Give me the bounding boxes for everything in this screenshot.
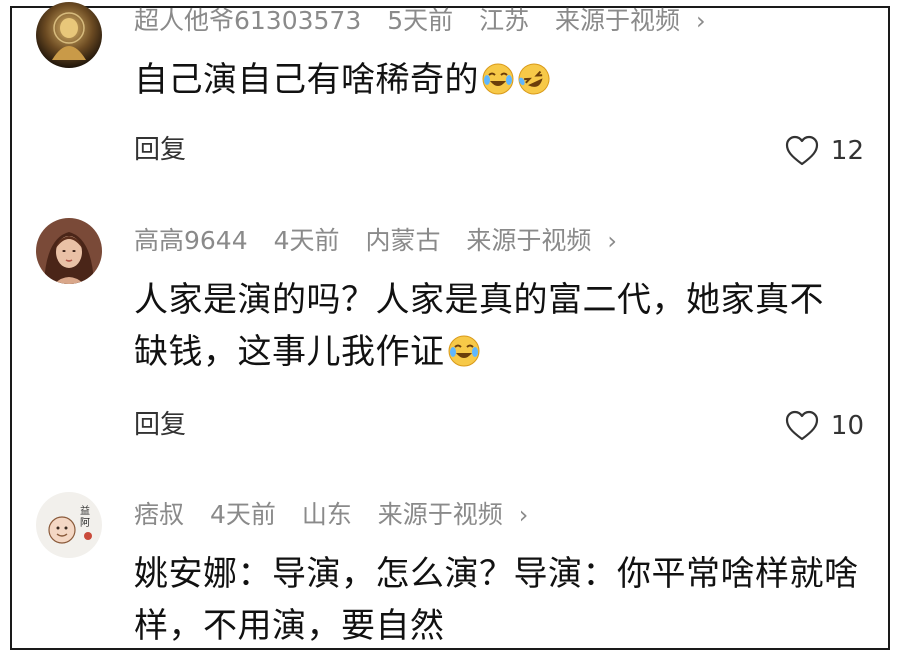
comment-text-content: 自己演自己有啥稀奇的 bbox=[134, 60, 479, 100]
chevron-right-icon[interactable]: › bbox=[696, 6, 706, 36]
comment-list: 超人他爷61303573 5天前 江苏 来源于视频 › 自己演自己有啥稀奇的 回… bbox=[10, 2, 890, 652]
username[interactable]: 超人他爷61303573 bbox=[134, 6, 361, 35]
comment-meta: 超人他爷61303573 5天前 江苏 来源于视频 › bbox=[134, 6, 724, 36]
post-time: 4天前 bbox=[273, 226, 340, 255]
post-time: 5天前 bbox=[387, 6, 454, 35]
reply-button[interactable]: 回复 bbox=[134, 135, 186, 165]
like-button[interactable]: 10 bbox=[785, 410, 864, 442]
rolling-laughing-emoji bbox=[518, 63, 550, 95]
comment-text-content: 姚安娜：导演，怎么演？导演：你平常啥样就啥样，不用演，要自然 bbox=[134, 554, 859, 646]
crying-laughing-emoji bbox=[482, 63, 514, 95]
comment-meta: 高高9644 4天前 内蒙古 来源于视频 › bbox=[134, 226, 635, 256]
svg-text:益: 益 bbox=[80, 504, 90, 517]
comment-meta: 痞叔 4天前 山东 来源于视频 › bbox=[134, 500, 546, 530]
avatar[interactable] bbox=[36, 218, 102, 284]
like-count: 10 bbox=[830, 411, 864, 441]
location: 内蒙古 bbox=[365, 226, 441, 255]
comment-text: 自己演自己有啥稀奇的 bbox=[134, 54, 858, 106]
crying-laughing-emoji bbox=[448, 335, 479, 367]
avatar[interactable]: 益 阿 bbox=[36, 492, 102, 558]
like-button[interactable]: 12 bbox=[785, 135, 864, 167]
reply-button[interactable]: 回复 bbox=[134, 410, 186, 440]
post-time: 4天前 bbox=[209, 500, 276, 529]
avatar[interactable] bbox=[36, 2, 102, 68]
comment-text: 人家是演的吗？人家是真的富二代，她家真不缺钱，这事儿我作证 bbox=[134, 274, 854, 378]
chevron-right-icon[interactable]: › bbox=[519, 500, 529, 530]
like-count: 12 bbox=[830, 136, 864, 166]
heart-outline-icon bbox=[785, 410, 819, 441]
location: 山东 bbox=[301, 500, 352, 529]
chevron-right-icon[interactable]: › bbox=[607, 226, 617, 256]
source-link[interactable]: 来源于视频 bbox=[378, 500, 503, 529]
heart-outline-icon bbox=[785, 135, 819, 166]
source-link[interactable]: 来源于视频 bbox=[555, 6, 680, 35]
username[interactable]: 高高9644 bbox=[134, 226, 248, 255]
comment-text: 姚安娜：导演，怎么演？导演：你平常啥样就啥样，不用演，要自然 bbox=[134, 548, 864, 652]
username[interactable]: 痞叔 bbox=[134, 500, 184, 529]
source-link[interactable]: 来源于视频 bbox=[466, 226, 591, 255]
svg-text:阿: 阿 bbox=[80, 517, 90, 529]
location: 江苏 bbox=[479, 6, 530, 35]
